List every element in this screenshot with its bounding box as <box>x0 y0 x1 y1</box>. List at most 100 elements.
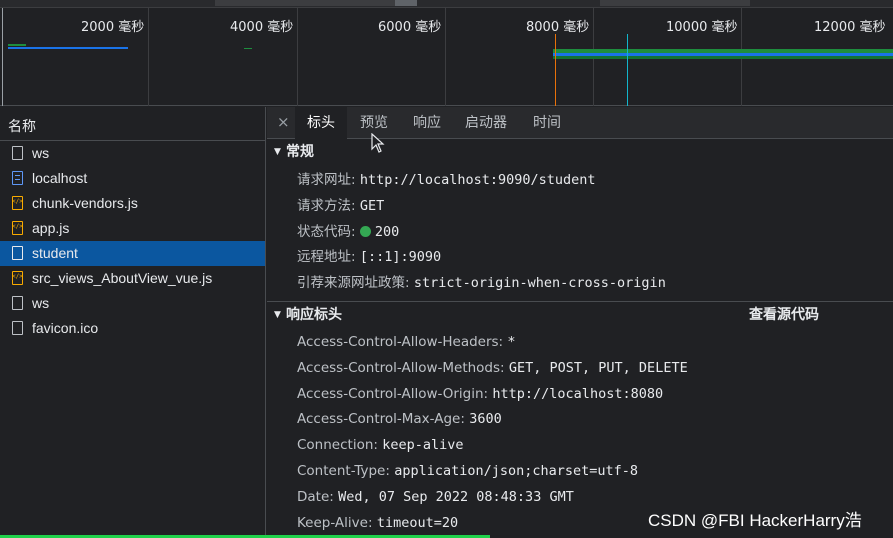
request-row[interactable]: app.js <box>0 216 265 241</box>
collapse-triangle-icon: ▼ <box>274 147 281 157</box>
header-key: Access-Control-Allow-Methods: <box>297 359 505 376</box>
load-event-line <box>627 34 628 106</box>
general-section-header[interactable]: ▼ 常规 <box>267 139 893 166</box>
request-name: src_views_AboutView_vue.js <box>32 270 213 286</box>
response-header-row: Access-Control-Allow-Origin: http://loca… <box>267 382 893 408</box>
header-value: keep-alive <box>382 437 464 454</box>
request-row[interactable]: chunk-vendors.js <box>0 191 265 216</box>
request-bar <box>8 44 26 46</box>
request-details-panel: × 标头 预览 响应 启动器 时间 ▼ 常规 请求网址: http://local… <box>267 107 893 538</box>
request-row[interactable]: ws <box>0 291 265 316</box>
header-value: * <box>507 333 516 350</box>
response-header-row: Content-Type: application/json;charset=u… <box>267 459 893 485</box>
referrer-policy-row: 引荐来源网址政策: strict-origin-when-cross-origi… <box>267 271 893 297</box>
status-code-row: 状态代码: 200 <box>267 220 893 246</box>
file-icon <box>12 321 23 335</box>
request-row[interactable]: ws <box>0 141 265 166</box>
tick-label: 12000 毫秒 <box>814 20 886 35</box>
header-value: strict-origin-when-cross-origin <box>413 275 666 292</box>
general-section: 请求网址: http://localhost:9090/student 请求方法… <box>267 166 893 301</box>
tab-response[interactable]: 响应 <box>401 107 453 139</box>
status-ok-icon <box>359 225 371 237</box>
request-method-row: 请求方法: GET <box>267 194 893 220</box>
section-title: 常规 <box>286 144 314 160</box>
name-column-header[interactable]: 名称 <box>0 107 265 141</box>
network-overview[interactable]: 2000 毫秒 4000 毫秒 6000 毫秒 8000 毫秒 10000 毫秒… <box>0 8 893 106</box>
header-value: Wed, 07 Sep 2022 08:48:33 GMT <box>338 488 574 505</box>
document-icon <box>12 171 23 185</box>
view-source-link[interactable]: 查看源代码 <box>749 302 819 329</box>
header-value: http://localhost:8080 <box>492 385 664 402</box>
script-icon <box>12 271 23 285</box>
tick-label: 4000 毫秒 <box>230 20 294 35</box>
tick-label: 6000 毫秒 <box>378 20 442 35</box>
request-row-selected[interactable]: student <box>0 241 265 266</box>
header-key: Connection: <box>297 437 378 454</box>
header-value: GET, POST, PUT, DELETE <box>508 359 688 376</box>
header-key: Access-Control-Allow-Origin: <box>297 385 489 402</box>
tick-label: 2000 毫秒 <box>81 20 145 35</box>
request-row[interactable]: localhost <box>0 166 265 191</box>
header-value: http://localhost:9090/student <box>359 172 596 188</box>
close-icon[interactable]: × <box>277 113 290 131</box>
request-row[interactable]: src_views_AboutView_vue.js <box>0 266 265 291</box>
request-list[interactable]: 名称 ws localhost chunk-vendors.js app.js … <box>0 107 266 538</box>
request-name: ws <box>32 145 50 161</box>
toolbar-strip <box>0 0 893 8</box>
header-key: 远程地址: <box>297 249 356 266</box>
header-key: 请求方法: <box>297 197 356 214</box>
header-key: Access-Control-Max-Age: <box>297 411 465 428</box>
header-key: Access-Control-Allow-Headers: <box>297 333 504 350</box>
header-key: 状态代码: <box>297 223 356 240</box>
header-key: Date: <box>297 488 334 505</box>
toolbar-segment <box>215 0 410 6</box>
response-header-row: Connection: keep-alive <box>267 433 893 459</box>
tab-timing[interactable]: 时间 <box>521 107 573 139</box>
request-name: chunk-vendors.js <box>32 195 138 211</box>
header-value: 200 <box>374 223 400 240</box>
request-name: ws <box>32 295 50 311</box>
header-value: timeout=20 <box>376 514 459 531</box>
request-bar <box>553 56 893 59</box>
response-headers-section-header[interactable]: ▼ 响应标头 查看源代码 <box>267 300 893 329</box>
script-icon <box>12 221 23 235</box>
request-bar <box>8 47 128 49</box>
dom-content-loaded-line <box>555 34 556 106</box>
response-header-row: Access-Control-Max-Age: 3600 <box>267 407 893 433</box>
file-icon <box>12 146 23 160</box>
tick-line <box>148 8 149 106</box>
header-value: application/json;charset=utf-8 <box>394 462 639 479</box>
response-header-row: Access-Control-Allow-Headers: * <box>267 330 893 356</box>
file-icon <box>12 246 23 260</box>
tick-line <box>297 8 298 106</box>
response-header-row: Access-Control-Allow-Methods: GET, POST,… <box>267 356 893 382</box>
details-tabbar: × 标头 预览 响应 启动器 时间 <box>267 107 893 153</box>
request-bar <box>244 48 252 49</box>
toolbar-segment <box>395 0 417 6</box>
collapse-triangle-icon: ▼ <box>274 309 281 320</box>
tab-headers[interactable]: 标头 <box>295 107 347 139</box>
tick-label: 8000 毫秒 <box>526 20 590 35</box>
section-title: 响应标头 <box>286 306 342 323</box>
watermark: CSDN @FBI HackerHarry浩 <box>648 511 862 530</box>
request-name: favicon.ico <box>32 320 99 336</box>
script-icon <box>12 196 23 210</box>
header-key: 请求网址: <box>297 172 356 188</box>
tick-label: 10000 毫秒 <box>666 20 738 35</box>
remote-address-row: 远程地址: [::1]:9090 <box>267 245 893 271</box>
header-value: 3600 <box>469 411 502 428</box>
tick-line <box>2 8 3 106</box>
header-key: Content-Type: <box>297 462 390 479</box>
header-value: [::1]:9090 <box>359 249 442 266</box>
header-key: 引荐来源网址政策: <box>297 275 410 292</box>
request-url-row: 请求网址: http://localhost:9090/student <box>267 168 893 194</box>
request-name: student <box>32 245 78 261</box>
tick-line <box>445 8 446 106</box>
request-row[interactable]: favicon.ico <box>0 316 265 341</box>
request-name: localhost <box>32 170 88 186</box>
tab-initiator[interactable]: 启动器 <box>453 107 519 139</box>
header-key: Keep-Alive: <box>297 514 373 531</box>
toolbar-segment <box>600 0 750 6</box>
file-icon <box>12 296 23 310</box>
header-value: GET <box>359 197 385 214</box>
